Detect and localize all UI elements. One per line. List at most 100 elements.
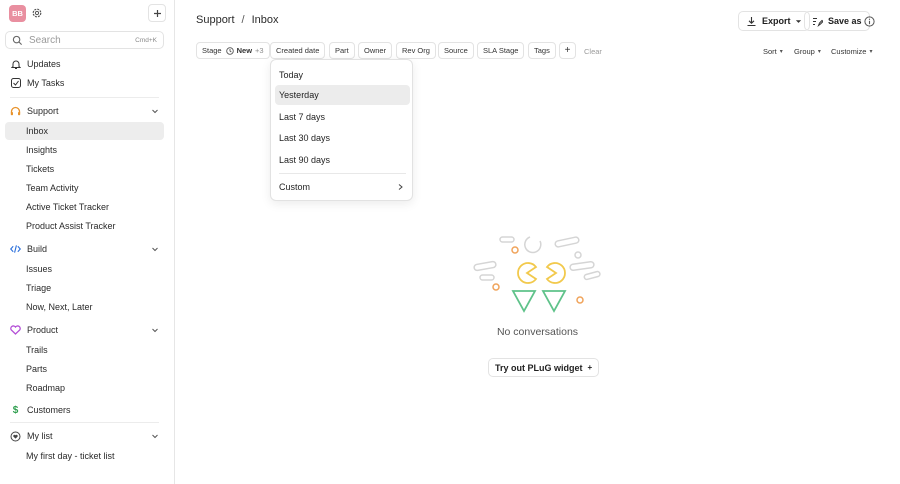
compose-button[interactable] xyxy=(148,4,166,22)
search-placeholder: Search xyxy=(29,34,61,46)
group-button[interactable]: Group ▾ xyxy=(794,47,821,56)
filter-sla-stage[interactable]: SLA Stage xyxy=(477,42,525,59)
sort-button[interactable]: Sort ▾ xyxy=(763,47,783,56)
customize-button[interactable]: Customize ▾ xyxy=(831,47,872,56)
chevron-down-icon: ▾ xyxy=(817,49,821,55)
search-icon xyxy=(12,35,23,45)
search-shortcut: Cmd+K xyxy=(135,36,157,44)
breadcrumb-separator: / xyxy=(241,14,245,26)
sidebar-item-updates[interactable]: Updates xyxy=(5,55,164,73)
avatar[interactable]: BB xyxy=(9,5,26,22)
sidebar-item-product-assist-tracker[interactable]: Product Assist Tracker xyxy=(5,217,164,235)
save-as-button[interactable]: Save as xyxy=(804,11,870,31)
export-button[interactable]: Export xyxy=(738,11,810,31)
filter-stage-extra: +3 xyxy=(255,46,264,55)
sidebar-item-label: My first day - ticket list xyxy=(26,451,115,461)
sidebar: BB Search Cmd+K Updates My Tasks Support… xyxy=(0,0,175,484)
headset-icon xyxy=(10,106,21,117)
sidebar-item-my-first-day[interactable]: My first day - ticket list xyxy=(5,447,164,465)
sidebar-item-trails[interactable]: Trails xyxy=(5,341,164,359)
filter-stage-value: New xyxy=(236,46,253,55)
filter-label: Source xyxy=(444,46,468,55)
sidebar-item-label: Insights xyxy=(26,145,58,155)
clear-filters-button[interactable]: Clear xyxy=(584,47,602,56)
date-option-last-90-days[interactable]: Last 90 days xyxy=(275,150,410,170)
sidebar-item-my-tasks[interactable]: My Tasks xyxy=(5,74,164,92)
sidebar-item-label: Issues xyxy=(26,264,53,274)
filter-label: Tags xyxy=(534,46,550,55)
code-icon xyxy=(10,244,21,255)
heart-outline-icon xyxy=(10,431,21,442)
chevron-down-icon: ▾ xyxy=(869,49,873,55)
sidebar-item-roadmap[interactable]: Roadmap xyxy=(5,379,164,397)
sidebar-item-triage[interactable]: Triage xyxy=(5,279,164,297)
option-label: Last 7 days xyxy=(279,112,326,122)
sidebar-section-label: Build xyxy=(27,244,48,254)
gear-icon[interactable] xyxy=(31,7,43,19)
sidebar-item-label: My Tasks xyxy=(27,78,65,88)
sidebar-item-label: Trails xyxy=(26,345,48,355)
date-option-custom[interactable]: Custom xyxy=(275,177,410,197)
sidebar-item-team-activity[interactable]: Team Activity xyxy=(5,179,164,197)
breadcrumb-support[interactable]: Support xyxy=(196,14,235,26)
sidebar-item-tickets[interactable]: Tickets xyxy=(5,160,164,178)
sidebar-item-inbox[interactable]: Inbox xyxy=(5,122,164,140)
chevron-down-icon[interactable] xyxy=(151,432,159,440)
sidebar-item-label: Tickets xyxy=(26,164,55,174)
sidebar-item-label: Now, Next, Later xyxy=(26,302,93,312)
filter-owner[interactable]: Owner xyxy=(358,42,393,59)
info-icon[interactable] xyxy=(864,16,875,27)
chevron-down-icon[interactable] xyxy=(151,107,159,115)
plus-icon: + xyxy=(587,363,593,372)
sidebar-item-now-next-later[interactable]: Now, Next, Later xyxy=(5,298,164,316)
sidebar-section-customers[interactable]: $ Customers xyxy=(5,401,164,419)
option-label: Custom xyxy=(279,182,311,192)
empty-state-message: No conversations xyxy=(496,326,579,338)
clock-icon xyxy=(225,46,234,55)
sidebar-section-label: Customers xyxy=(27,405,71,415)
bell-icon xyxy=(10,59,21,70)
sidebar-item-parts[interactable]: Parts xyxy=(5,360,164,378)
sidebar-item-label: Triage xyxy=(26,283,52,293)
date-option-last-30-days[interactable]: Last 30 days xyxy=(275,128,410,148)
sidebar-item-issues[interactable]: Issues xyxy=(5,260,164,278)
chevron-down-icon[interactable] xyxy=(151,326,159,334)
option-label: Last 90 days xyxy=(279,155,331,165)
sidebar-item-label: Product Assist Tracker xyxy=(26,221,116,231)
filter-label: Owner xyxy=(364,46,387,55)
filter-tags[interactable]: Tags xyxy=(528,42,556,59)
dropdown-divider xyxy=(279,173,406,174)
add-filter-button[interactable]: + xyxy=(559,42,576,59)
pen-plus-icon xyxy=(153,9,161,17)
sidebar-item-insights[interactable]: Insights xyxy=(5,141,164,159)
sidebar-section-product[interactable]: Product xyxy=(5,321,164,339)
sidebar-section-support[interactable]: Support xyxy=(5,102,164,120)
search-input[interactable]: Search Cmd+K xyxy=(5,31,164,49)
date-option-today[interactable]: Today xyxy=(275,65,410,85)
sidebar-item-label: Updates xyxy=(27,59,61,69)
filter-part[interactable]: Part xyxy=(329,42,355,59)
date-option-last-7-days[interactable]: Last 7 days xyxy=(275,107,410,127)
sort-label: Sort xyxy=(763,47,777,56)
filter-label: Created date xyxy=(276,46,320,55)
sidebar-section-label: My list xyxy=(27,431,53,441)
filter-rev-org[interactable]: Rev Org xyxy=(396,42,436,59)
sidebar-item-active-ticket-tracker[interactable]: Active Ticket Tracker xyxy=(5,198,164,216)
date-option-yesterday[interactable]: Yesterday xyxy=(275,85,410,105)
chevron-right-icon xyxy=(398,184,403,190)
try-plug-widget-button[interactable]: Try out PLuG widget + xyxy=(488,358,600,377)
chevron-down-icon[interactable] xyxy=(151,245,159,253)
empty-state-illustration xyxy=(473,236,601,313)
dollar-icon: $ xyxy=(12,404,19,416)
filter-stage[interactable]: Stage New +3 xyxy=(196,42,270,59)
filter-stage-label: Stage xyxy=(202,46,222,55)
sidebar-section-my-list[interactable]: My list xyxy=(5,427,164,445)
filter-created-date[interactable]: Created date xyxy=(270,42,326,59)
filter-label: Rev Org xyxy=(402,46,430,55)
option-label: Yesterday xyxy=(279,90,319,100)
plus-icon: + xyxy=(564,45,571,56)
sidebar-section-label: Support xyxy=(27,106,59,116)
sidebar-section-build[interactable]: Build xyxy=(5,240,164,258)
save-view-icon xyxy=(813,17,823,27)
filter-source[interactable]: Source xyxy=(438,42,474,59)
